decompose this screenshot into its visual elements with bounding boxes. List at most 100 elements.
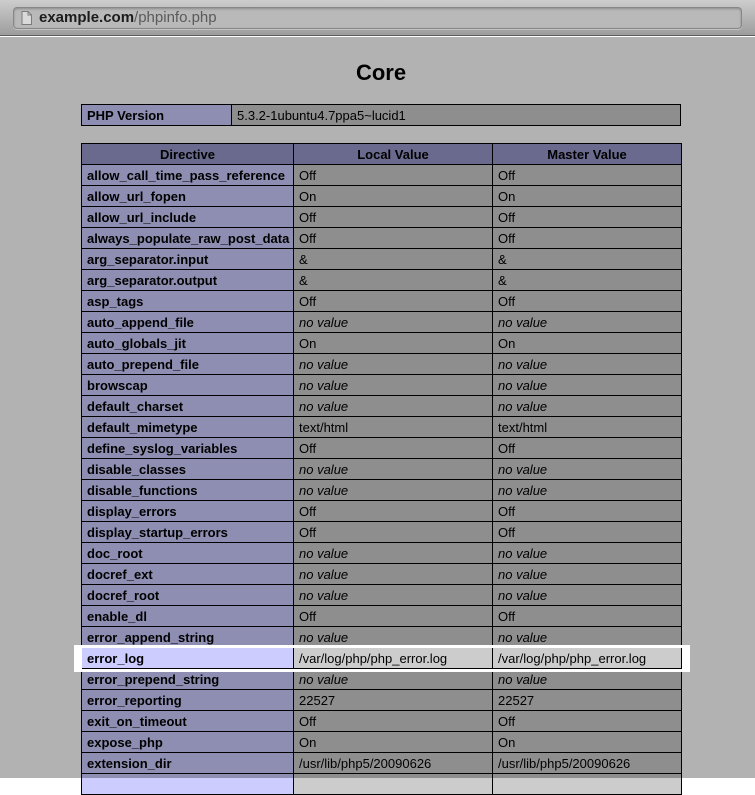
table-row: allow_url_fopen On On bbox=[81, 185, 682, 207]
directive-cell: display_errors bbox=[81, 500, 294, 522]
local-value-cell: /usr/lib/php5/20090626 bbox=[293, 752, 493, 774]
local-value-cell: 22527 bbox=[293, 689, 493, 711]
directive-cell: allow_url_include bbox=[81, 206, 294, 228]
directive-cell: auto_prepend_file bbox=[81, 353, 294, 375]
directive-cell: error_log bbox=[81, 647, 294, 669]
directive-cell: extension_dir bbox=[81, 752, 294, 774]
table-row: extension_dir/usr/lib/php5/20090626/usr/… bbox=[81, 752, 682, 774]
directive-cell: auto_append_file bbox=[81, 311, 294, 333]
local-value-cell: no value bbox=[293, 542, 493, 564]
master-value-cell: Off bbox=[492, 437, 682, 459]
page-title: Core bbox=[355, 60, 407, 85]
url-field[interactable]: example.com/phpinfo.php bbox=[13, 6, 742, 29]
master-value-cell: Off bbox=[492, 710, 682, 732]
table-row: docref_ext no value no value bbox=[81, 563, 682, 585]
directive-cell: enable_dl bbox=[81, 605, 294, 627]
master-value-cell: no value bbox=[492, 626, 682, 648]
table-row: allow_call_time_pass_reference Off Off bbox=[81, 164, 682, 186]
local-value-cell: Off bbox=[293, 437, 493, 459]
table-row: asp_tags Off Off bbox=[81, 290, 682, 312]
local-value-cell: no value bbox=[293, 563, 493, 585]
master-value-cell: Off bbox=[492, 290, 682, 312]
table-row: auto_append_file no value no value bbox=[81, 311, 682, 333]
master-value-cell: no value bbox=[492, 563, 682, 585]
version-value-cell: 5.3.2-1ubuntu4.7ppa5~lucid1 bbox=[231, 104, 681, 126]
local-value-cell: Off bbox=[293, 206, 493, 228]
local-value-cell: Off bbox=[293, 521, 493, 543]
local-value-cell: no value bbox=[293, 668, 493, 690]
table-row: arg_separator.output & & bbox=[81, 269, 682, 291]
directive-cell: display_startup_errors bbox=[81, 521, 294, 543]
directive-cell: always_populate_raw_post_data bbox=[81, 227, 294, 249]
master-value-cell: Off bbox=[492, 605, 682, 627]
table-row: exit_on_timeout Off Off bbox=[81, 710, 682, 732]
table-row: define_syslog_variables Off Off bbox=[81, 437, 682, 459]
local-value-cell: no value bbox=[293, 311, 493, 333]
local-value-cell: /var/log/php/php_error.log bbox=[293, 647, 493, 669]
local-value-cell: On bbox=[293, 185, 493, 207]
master-value-cell: no value bbox=[492, 584, 682, 606]
directive-cell: define_syslog_variables bbox=[81, 437, 294, 459]
directive-cell: allow_url_fopen bbox=[81, 185, 294, 207]
column-header-directive: Directive bbox=[81, 143, 294, 165]
master-value-cell: no value bbox=[492, 374, 682, 396]
phpinfo-page: Core PHP Version 5.3.2-1ubuntu4.7ppa5~lu… bbox=[0, 60, 755, 795]
directive-cell: docref_root bbox=[81, 584, 294, 606]
table-row: always_populate_raw_post_data Off Off bbox=[81, 227, 682, 249]
local-value-cell: Off bbox=[293, 290, 493, 312]
table-row: disable_functions no value no value bbox=[81, 479, 682, 501]
local-value-cell: On bbox=[293, 731, 493, 753]
directive-cell: error_reporting bbox=[81, 689, 294, 711]
local-value-cell: text/html bbox=[293, 416, 493, 438]
master-value-cell: On bbox=[492, 731, 682, 753]
table-header-row: Directive Local Value Master Value bbox=[81, 143, 682, 165]
local-value-cell: no value bbox=[293, 479, 493, 501]
column-header-master-value: Master Value bbox=[492, 143, 682, 165]
master-value-cell: On bbox=[492, 332, 682, 354]
table-row: default_charset no value no value bbox=[81, 395, 682, 417]
master-value-cell: no value bbox=[492, 479, 682, 501]
master-value-cell: no value bbox=[492, 353, 682, 375]
local-value-cell: Off bbox=[293, 227, 493, 249]
table-row: allow_url_include Off Off bbox=[81, 206, 682, 228]
directive-cell: auto_globals_jit bbox=[81, 332, 294, 354]
local-value-cell: no value bbox=[293, 626, 493, 648]
table-row: error_reporting 22527 22527 bbox=[81, 689, 682, 711]
directive-cell: browscap bbox=[81, 374, 294, 396]
master-value-cell: /var/log/php/php_error.log bbox=[492, 647, 682, 669]
url-path: /phpinfo.php bbox=[134, 9, 217, 26]
table-row: display_errors Off Off bbox=[81, 500, 682, 522]
master-value-cell: 22527 bbox=[492, 689, 682, 711]
table-row bbox=[81, 773, 682, 795]
local-value-cell: no value bbox=[293, 584, 493, 606]
directive-cell: default_mimetype bbox=[81, 416, 294, 438]
master-value-cell: Off bbox=[492, 227, 682, 249]
master-value-cell: no value bbox=[492, 542, 682, 564]
master-value-cell: no value bbox=[492, 395, 682, 417]
master-value-cell: no value bbox=[492, 668, 682, 690]
column-header-local-value: Local Value bbox=[293, 143, 493, 165]
local-value-cell: no value bbox=[293, 458, 493, 480]
local-value-cell: no value bbox=[293, 353, 493, 375]
directive-cell: arg_separator.output bbox=[81, 269, 294, 291]
directive-cell: docref_ext bbox=[81, 563, 294, 585]
master-value-cell: Off bbox=[492, 521, 682, 543]
local-value-cell: Off bbox=[293, 605, 493, 627]
table-row: default_mimetype text/html text/html bbox=[81, 416, 682, 438]
local-value-cell: Off bbox=[293, 164, 493, 186]
master-value-cell: no value bbox=[492, 311, 682, 333]
version-label-cell: PHP Version bbox=[81, 104, 232, 126]
table-row: doc_root no value no value bbox=[81, 542, 682, 564]
directive-cell: asp_tags bbox=[81, 290, 294, 312]
master-value-cell: Off bbox=[492, 206, 682, 228]
table-row: expose_php On On bbox=[81, 731, 682, 753]
master-value-cell: & bbox=[492, 248, 682, 270]
local-value-cell: Off bbox=[293, 710, 493, 732]
url-host: example.com bbox=[39, 9, 135, 26]
master-value-cell: On bbox=[492, 185, 682, 207]
local-value-cell: Off bbox=[293, 500, 493, 522]
browser-address-bar: example.com/phpinfo.php bbox=[0, 0, 755, 36]
directive-cell: default_charset bbox=[81, 395, 294, 417]
master-value-cell bbox=[492, 773, 682, 795]
directive-cell: doc_root bbox=[81, 542, 294, 564]
